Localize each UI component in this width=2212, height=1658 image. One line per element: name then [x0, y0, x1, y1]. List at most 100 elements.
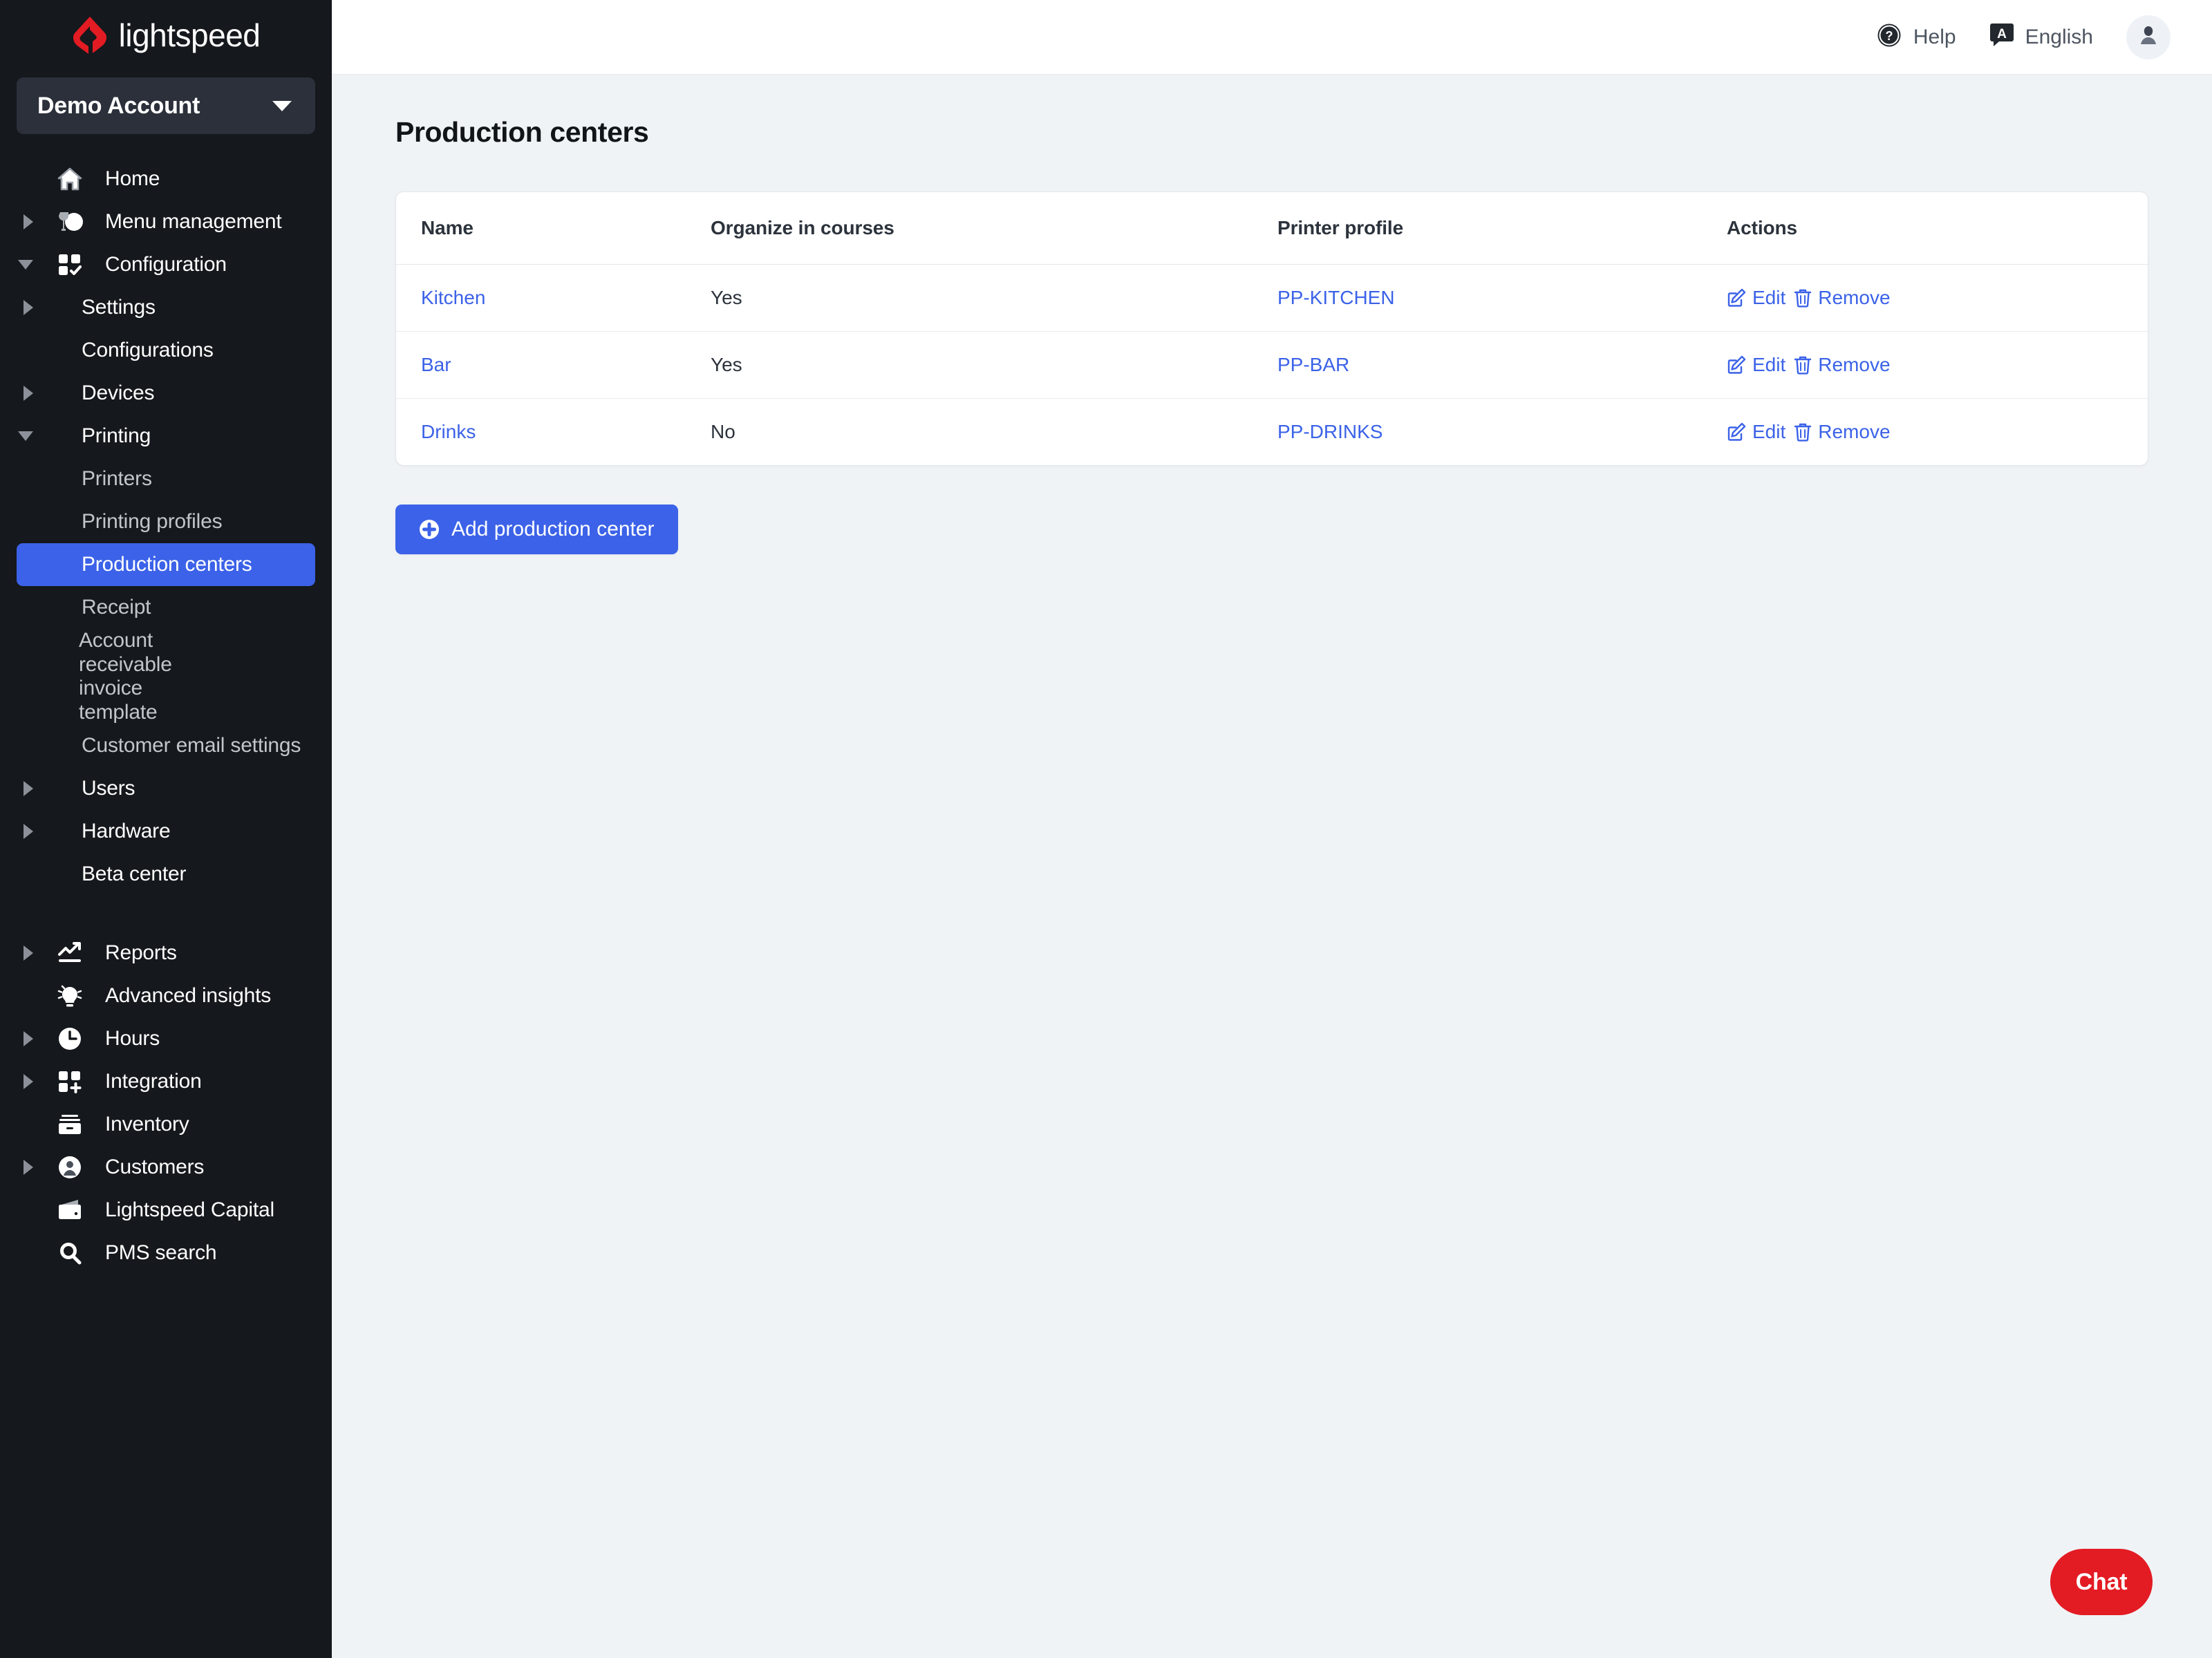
row-actions: Edit Remove [1727, 354, 2148, 376]
sidebar-item-printers[interactable]: Printers [0, 458, 332, 500]
avatar[interactable] [2126, 15, 2171, 59]
sidebar-item-configuration[interactable]: Configuration [0, 243, 332, 286]
language-label: English [2025, 25, 2093, 48]
sidebar-item-home[interactable]: Home [0, 158, 332, 200]
brand-name: lightspeed [118, 17, 261, 53]
collapse-arrow-icon[interactable] [0, 431, 41, 441]
remove-button[interactable]: Remove [1794, 354, 1891, 376]
cell-printer-profile: PP-DRINKS [1277, 399, 1727, 466]
production-center-link[interactable]: Kitchen [421, 287, 485, 308]
edit-button[interactable]: Edit [1727, 354, 1785, 376]
collapse-arrow-icon[interactable] [0, 260, 41, 270]
sidebar-item-label: PMS search [105, 1241, 217, 1264]
sidebar-item-reports[interactable]: Reports [0, 932, 332, 974]
remove-label: Remove [1818, 354, 1891, 375]
add-production-center-button[interactable]: Add production center [395, 505, 678, 554]
expand-arrow-icon[interactable] [0, 386, 41, 401]
sidebar-item-account-receivable-invoice-template[interactable]: Account receivable invoice template [0, 629, 332, 724]
sidebar-item-devices[interactable]: Devices [0, 372, 332, 415]
sidebar-item-label: Printers [82, 467, 152, 490]
sidebar-item-printing[interactable]: Printing [0, 415, 332, 458]
expand-arrow-icon[interactable] [0, 214, 41, 229]
language-switcher[interactable]: A English [1989, 22, 2093, 52]
sidebar-item-pms-search[interactable]: PMS search [0, 1232, 332, 1274]
sidebar-item-advanced-insights[interactable]: Advanced insights [0, 974, 332, 1017]
sidebar-item-label: Beta center [82, 863, 187, 885]
row-actions: Edit Remove [1727, 287, 2148, 309]
expand-arrow-icon[interactable] [0, 1031, 41, 1046]
question-circle-icon: ? [1876, 22, 1902, 52]
sidebar-item-receipt[interactable]: Receipt [0, 586, 332, 629]
sidebar-item-configurations[interactable]: Configurations [0, 329, 332, 372]
expand-arrow-icon[interactable] [0, 781, 41, 796]
table-row: Drinks No PP-DRINKS Edit Remove [396, 399, 2148, 466]
sidebar-item-label: Integration [105, 1070, 202, 1093]
printer-profile-link[interactable]: PP-DRINKS [1277, 421, 1382, 442]
brand-logo-block[interactable]: lightspeed [0, 0, 332, 70]
sidebar-item-settings[interactable]: Settings [0, 286, 332, 329]
sidebar-item-label: Settings [82, 296, 156, 319]
sidebar-item-label: Inventory [105, 1113, 189, 1136]
expand-arrow-icon[interactable] [0, 300, 41, 315]
plus-circle-icon [419, 519, 440, 540]
sidebar: lightspeed Demo Account Home Menu manage… [0, 0, 332, 1658]
cell-actions: Edit Remove [1727, 264, 2148, 332]
expand-arrow-icon[interactable] [0, 945, 41, 961]
sidebar-item-label: Production centers [82, 553, 252, 576]
sidebar-item-beta-center[interactable]: Beta center [0, 853, 332, 896]
edit-button[interactable]: Edit [1727, 421, 1785, 443]
trash-remove-icon [1794, 288, 1812, 308]
cell-actions: Edit Remove [1727, 331, 2148, 399]
printer-profile-link[interactable]: PP-BAR [1277, 354, 1349, 375]
column-header-printer-profile: Printer profile [1277, 192, 1727, 265]
expand-arrow-icon[interactable] [0, 1074, 41, 1089]
sidebar-item-printing-profiles[interactable]: Printing profiles [0, 500, 332, 543]
sidebar-item-label: Receipt [82, 596, 151, 619]
sidebar-item-integration[interactable]: Integration [0, 1060, 332, 1103]
sidebar-item-customers[interactable]: Customers [0, 1146, 332, 1189]
translate-badge-icon: A [1989, 22, 2014, 52]
cell-organize-in-courses: Yes [711, 264, 1277, 332]
trash-remove-icon [1794, 422, 1812, 442]
cell-name: Kitchen [396, 264, 711, 332]
column-header-organize-in-courses: Organize in courses [711, 192, 1277, 265]
sidebar-item-label: Configurations [82, 339, 214, 361]
sidebar-item-hours[interactable]: Hours [0, 1017, 332, 1060]
sidebar-item-menu-management[interactable]: Menu management [0, 200, 332, 243]
chat-button[interactable]: Chat [2050, 1549, 2153, 1615]
column-header-name: Name [396, 192, 711, 265]
cell-organize-in-courses: No [711, 421, 735, 442]
lightbulb-icon [50, 984, 90, 1008]
cell-name: Bar [396, 331, 711, 399]
sidebar-item-customer-email-settings[interactable]: Customer email settings [0, 724, 332, 767]
sidebar-item-lightspeed-capital[interactable]: Lightspeed Capital [0, 1189, 332, 1232]
sidebar-item-production-centers[interactable]: Production centers [17, 543, 315, 586]
sidebar-item-users[interactable]: Users [0, 767, 332, 810]
remove-button[interactable]: Remove [1794, 421, 1891, 443]
remove-label: Remove [1818, 421, 1891, 442]
svg-text:A: A [1997, 27, 2007, 41]
page-content: Production centers Name Organize in cour… [332, 75, 2212, 554]
production-center-link[interactable]: Drinks [421, 421, 476, 442]
sidebar-item-inventory[interactable]: Inventory [0, 1103, 332, 1146]
sidebar-item-label: Users [82, 777, 135, 800]
help-label: Help [1913, 25, 1956, 48]
home-icon [50, 167, 90, 191]
remove-button[interactable]: Remove [1794, 287, 1891, 309]
expand-arrow-icon[interactable] [0, 1160, 41, 1175]
production-center-link[interactable]: Bar [421, 354, 451, 375]
add-production-center-label: Add production center [451, 518, 655, 540]
expand-arrow-icon[interactable] [0, 824, 41, 839]
pencil-edit-icon [1727, 422, 1746, 442]
sidebar-nav: Home Menu management Configuration Setti… [0, 134, 332, 1274]
column-header-actions: Actions [1727, 192, 2148, 265]
edit-button[interactable]: Edit [1727, 287, 1785, 309]
account-switcher[interactable]: Demo Account [17, 77, 315, 134]
search-icon [50, 1241, 90, 1265]
sidebar-item-hardware[interactable]: Hardware [0, 810, 332, 853]
help-button[interactable]: ? Help [1876, 22, 1956, 52]
app-root: lightspeed Demo Account Home Menu manage… [0, 0, 2212, 1658]
chevron-down-icon [272, 100, 292, 111]
printer-profile-link[interactable]: PP-KITCHEN [1277, 287, 1395, 308]
user-avatar-icon [2136, 23, 2161, 51]
